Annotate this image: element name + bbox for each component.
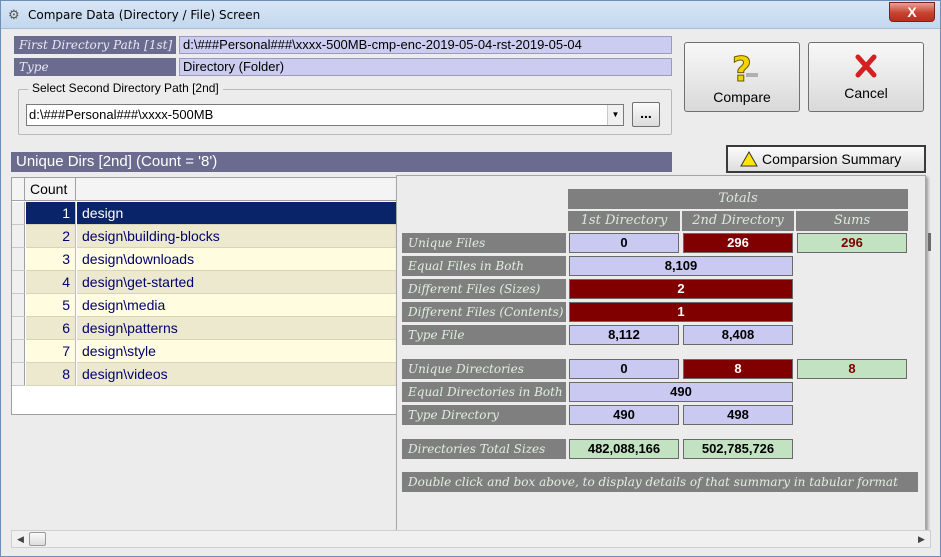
table-row[interactable]: 2 design\building-blocks [12, 225, 398, 248]
row-selector[interactable] [12, 317, 25, 340]
summary-panel: Totals 1st Directory 2nd Directory Sums … [396, 175, 926, 535]
type-file-first[interactable]: 8,112 [569, 325, 679, 345]
type-label: Type [14, 58, 176, 76]
table-row[interactable]: 4 design\get-started [12, 271, 398, 294]
grid-corner [12, 178, 25, 201]
diff-sizes-value[interactable]: 2 [569, 279, 793, 299]
table-row[interactable]: 5 design\media [12, 294, 398, 317]
row-selector[interactable] [12, 202, 25, 225]
row-count-cell: 4 [26, 271, 76, 294]
row-selector[interactable] [12, 340, 25, 363]
col-second-header: 2nd Directory [682, 211, 794, 231]
title-bar[interactable]: ⚙ Compare Data (Directory / File) Screen… [1, 1, 940, 29]
diff-contents-value[interactable]: 1 [569, 302, 793, 322]
second-path-value: d:\###Personal###\xxxx-500MB [29, 107, 214, 122]
scroll-left-icon[interactable]: ◀ [12, 531, 29, 547]
type-value: Directory (Folder) [179, 58, 672, 76]
comparison-summary-button[interactable]: Comparsion Summary [726, 145, 926, 173]
row-dir-cell: design\videos [77, 363, 398, 386]
first-path-value: d:\###Personal###\xxxx-500MB-cmp-enc-201… [179, 36, 672, 54]
row-dir-cell: design\style [77, 340, 398, 363]
scroll-right-icon[interactable]: ▶ [913, 531, 930, 547]
row-count-cell: 7 [26, 340, 76, 363]
table-row[interactable]: 6 design\patterns [12, 317, 398, 340]
equal-dirs-label: Equal Directories in Both [402, 382, 566, 402]
client-area: First Directory Path [1st] d:\###Persona… [2, 30, 939, 556]
unique-files-first[interactable]: 0 [569, 233, 679, 253]
row-count-cell: 5 [26, 294, 76, 317]
table-row[interactable]: 7 design\style [12, 340, 398, 363]
app-icon: ⚙ [8, 7, 20, 22]
type-dir-second[interactable]: 498 [683, 405, 793, 425]
row-selector[interactable] [12, 225, 25, 248]
table-row[interactable]: 8 design\videos [12, 363, 398, 386]
compare-data-window: ⚙ Compare Data (Directory / File) Screen… [0, 0, 941, 557]
table-row[interactable]: 3 design\downloads [12, 248, 398, 271]
type-file-label: Type File [402, 325, 566, 345]
row-dir-cell: design\downloads [77, 248, 398, 271]
close-button[interactable]: X [889, 2, 935, 22]
unique-dirs-first[interactable]: 0 [569, 359, 679, 379]
equal-dirs-value[interactable]: 490 [569, 382, 793, 402]
row-count-cell: 6 [26, 317, 76, 340]
cancel-label: Cancel [844, 85, 888, 101]
cancel-button[interactable]: Cancel [808, 42, 924, 112]
scroll-thumb[interactable] [29, 532, 46, 546]
summary-button-label: Comparsion Summary [762, 151, 902, 167]
row-dir-cell: design\patterns [77, 317, 398, 340]
row-count-cell: 1 [26, 202, 76, 225]
compare-button[interactable]: ? Compare [684, 42, 800, 112]
unique-files-second[interactable]: 296 [683, 233, 793, 253]
diff-sizes-label: Different Files (Sizes) [402, 279, 566, 299]
dir-sizes-first[interactable]: 482,088,166 [569, 439, 679, 459]
unique-files-label: Unique Files [402, 233, 566, 253]
unique-dirs-header: Unique Dirs [2nd] (Count = '8') [11, 152, 672, 172]
row-selector[interactable] [12, 248, 25, 271]
unique-dirs-second[interactable]: 8 [683, 359, 793, 379]
type-dir-first[interactable]: 490 [569, 405, 679, 425]
grid-header: Count [12, 178, 398, 201]
question-icon: ? [685, 50, 799, 91]
type-dir-label: Type Directory [402, 405, 566, 425]
row-dir-cell: design\building-blocks [77, 225, 398, 248]
row-dir-cell: design\get-started [77, 271, 398, 294]
unique-dirs-label: Unique Directories [402, 359, 566, 379]
col-first-header: 1st Directory [568, 211, 680, 231]
col-sums-header: Sums [796, 211, 908, 231]
browse-button[interactable]: ... [632, 102, 660, 127]
unique-files-sums[interactable]: 296 [797, 233, 907, 253]
diff-contents-label: Different Files (Contents) [402, 302, 566, 322]
row-dir-cell: design [77, 202, 398, 225]
table-row[interactable]: 1 design [12, 202, 398, 225]
dir-sizes-label: Directories Total Sizes [402, 439, 566, 459]
count-column-header[interactable]: Count [26, 178, 76, 201]
row-selector[interactable] [12, 271, 25, 294]
unique-dirs-sums[interactable]: 8 [797, 359, 907, 379]
type-file-second[interactable]: 8,408 [683, 325, 793, 345]
warning-icon [740, 151, 758, 167]
row-selector[interactable] [12, 294, 25, 317]
dir-sizes-second[interactable]: 502,785,726 [683, 439, 793, 459]
row-count-cell: 8 [26, 363, 76, 386]
first-path-label: First Directory Path [1st] [14, 36, 176, 54]
chevron-down-icon[interactable]: ▼ [607, 105, 623, 125]
horizontal-scrollbar[interactable]: ◀ ▶ [11, 530, 931, 548]
window-title: Compare Data (Directory / File) Screen [28, 8, 261, 22]
second-path-combo[interactable]: d:\###Personal###\xxxx-500MB ▼ [26, 104, 624, 126]
row-count-cell: 2 [26, 225, 76, 248]
row-selector[interactable] [12, 363, 25, 386]
totals-header: Totals [568, 189, 908, 209]
summary-footer-note: Double click and box above, to display d… [402, 472, 918, 492]
unique-dirs-grid[interactable]: Count 1 design 2 design\building-blocks 3 des… [11, 177, 398, 415]
scroll-indicator [928, 233, 931, 251]
equal-files-value[interactable]: 8,109 [569, 256, 793, 276]
cancel-x-icon [809, 51, 923, 83]
second-path-legend: Select Second Directory Path [2nd] [28, 81, 223, 95]
svg-text:?: ? [732, 51, 752, 85]
row-count-cell: 3 [26, 248, 76, 271]
row-dir-cell: design\media [77, 294, 398, 317]
equal-files-label: Equal Files in Both [402, 256, 566, 276]
compare-label: Compare [713, 89, 771, 105]
